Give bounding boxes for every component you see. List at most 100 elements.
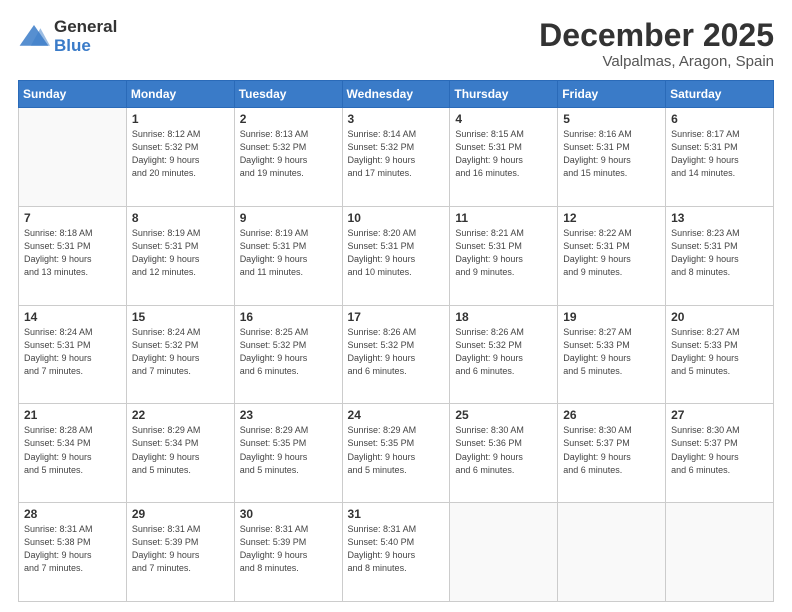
calendar-cell: 8 Sunrise: 8:19 AMSunset: 5:31 PMDaylight…: [126, 206, 234, 305]
logo-blue-text: Blue: [54, 37, 117, 56]
day-info: Sunrise: 8:31 AMSunset: 5:38 PMDaylight:…: [24, 523, 121, 575]
day-number: 4: [455, 112, 552, 126]
calendar-cell: 1 Sunrise: 8:12 AMSunset: 5:32 PMDaylight…: [126, 108, 234, 207]
calendar-cell: 4 Sunrise: 8:15 AMSunset: 5:31 PMDaylight…: [450, 108, 558, 207]
day-info: Sunrise: 8:31 AMSunset: 5:39 PMDaylight:…: [132, 523, 229, 575]
day-number: 1: [132, 112, 229, 126]
title-month: December 2025: [539, 18, 774, 53]
day-number: 20: [671, 310, 768, 324]
day-number: 10: [348, 211, 445, 225]
day-number: 17: [348, 310, 445, 324]
title-location: Valpalmas, Aragon, Spain: [539, 53, 774, 70]
calendar-cell: 29 Sunrise: 8:31 AMSunset: 5:39 PMDayligh…: [126, 503, 234, 602]
day-number: 21: [24, 408, 121, 422]
day-info: Sunrise: 8:20 AMSunset: 5:31 PMDaylight:…: [348, 227, 445, 279]
calendar-table: SundayMondayTuesdayWednesdayThursdayFrid…: [18, 80, 774, 602]
calendar-cell: 5Sunrise: 8:16 AMSunset: 5:31 PMDaylight…: [558, 108, 666, 207]
calendar-cell: 17 Sunrise: 8:26 AMSunset: 5:32 PMDayligh…: [342, 305, 450, 404]
calendar-cell: 22Sunrise: 8:29 AMSunset: 5:34 PMDayligh…: [126, 404, 234, 503]
day-number: 12: [563, 211, 660, 225]
calendar-week-row: 21 Sunrise: 8:28 AMSunset: 5:34 PMDayligh…: [19, 404, 774, 503]
calendar-cell: 19Sunrise: 8:27 AMSunset: 5:33 PMDayligh…: [558, 305, 666, 404]
day-info: Sunrise: 8:24 AMSunset: 5:32 PMDaylight:…: [132, 326, 229, 378]
day-number: 2: [240, 112, 337, 126]
day-number: 31: [348, 507, 445, 521]
day-info: Sunrise: 8:30 AMSunset: 5:37 PMDaylight:…: [671, 424, 768, 476]
day-info: Sunrise: 8:17 AMSunset: 5:31 PMDaylight:…: [671, 128, 768, 180]
day-number: 15: [132, 310, 229, 324]
day-info: Sunrise: 8:25 AMSunset: 5:32 PMDaylight:…: [240, 326, 337, 378]
calendar-cell: 24Sunrise: 8:29 AMSunset: 5:35 PMDayligh…: [342, 404, 450, 503]
day-info: Sunrise: 8:18 AMSunset: 5:31 PMDaylight:…: [24, 227, 121, 279]
day-info: Sunrise: 8:28 AMSunset: 5:34 PMDaylight:…: [24, 424, 121, 476]
calendar-cell: 10 Sunrise: 8:20 AMSunset: 5:31 PMDayligh…: [342, 206, 450, 305]
day-info: Sunrise: 8:23 AMSunset: 5:31 PMDaylight:…: [671, 227, 768, 279]
day-info: Sunrise: 8:15 AMSunset: 5:31 PMDaylight:…: [455, 128, 552, 180]
day-number: 3: [348, 112, 445, 126]
day-number: 27: [671, 408, 768, 422]
day-info: Sunrise: 8:21 AMSunset: 5:31 PMDaylight:…: [455, 227, 552, 279]
logo-icon: [18, 23, 50, 51]
day-number: 19: [563, 310, 660, 324]
weekday-header-wednesday: Wednesday: [342, 81, 450, 108]
day-number: 14: [24, 310, 121, 324]
weekday-header-saturday: Saturday: [666, 81, 774, 108]
calendar-cell: 16 Sunrise: 8:25 AMSunset: 5:32 PMDayligh…: [234, 305, 342, 404]
day-info: Sunrise: 8:27 AMSunset: 5:33 PMDaylight:…: [671, 326, 768, 378]
day-number: 25: [455, 408, 552, 422]
day-number: 30: [240, 507, 337, 521]
weekday-header-friday: Friday: [558, 81, 666, 108]
day-number: 6: [671, 112, 768, 126]
calendar-cell: 30 Sunrise: 8:31 AMSunset: 5:39 PMDayligh…: [234, 503, 342, 602]
weekday-header-sunday: Sunday: [19, 81, 127, 108]
calendar-cell: 21 Sunrise: 8:28 AMSunset: 5:34 PMDayligh…: [19, 404, 127, 503]
day-number: 29: [132, 507, 229, 521]
day-number: 9: [240, 211, 337, 225]
day-info: Sunrise: 8:31 AMSunset: 5:39 PMDaylight:…: [240, 523, 337, 575]
calendar-cell: 13 Sunrise: 8:23 AMSunset: 5:31 PMDayligh…: [666, 206, 774, 305]
calendar-cell: 9 Sunrise: 8:19 AMSunset: 5:31 PMDaylight…: [234, 206, 342, 305]
day-info: Sunrise: 8:30 AMSunset: 5:37 PMDaylight:…: [563, 424, 660, 476]
day-info: Sunrise: 8:29 AMSunset: 5:35 PMDaylight:…: [240, 424, 337, 476]
calendar-cell: 3 Sunrise: 8:14 AMSunset: 5:32 PMDaylight…: [342, 108, 450, 207]
day-info: Sunrise: 8:14 AMSunset: 5:32 PMDaylight:…: [348, 128, 445, 180]
calendar-cell: 27 Sunrise: 8:30 AMSunset: 5:37 PMDayligh…: [666, 404, 774, 503]
calendar-cell: 15 Sunrise: 8:24 AMSunset: 5:32 PMDayligh…: [126, 305, 234, 404]
day-info: Sunrise: 8:31 AMSunset: 5:40 PMDaylight:…: [348, 523, 445, 575]
day-number: 16: [240, 310, 337, 324]
calendar-week-row: 14Sunrise: 8:24 AMSunset: 5:31 PMDayligh…: [19, 305, 774, 404]
day-info: Sunrise: 8:30 AMSunset: 5:36 PMDaylight:…: [455, 424, 552, 476]
day-number: 18: [455, 310, 552, 324]
day-info: Sunrise: 8:22 AMSunset: 5:31 PMDaylight:…: [563, 227, 660, 279]
day-number: 23: [240, 408, 337, 422]
day-info: Sunrise: 8:26 AMSunset: 5:32 PMDaylight:…: [455, 326, 552, 378]
weekday-header-monday: Monday: [126, 81, 234, 108]
calendar-cell: 28 Sunrise: 8:31 AMSunset: 5:38 PMDayligh…: [19, 503, 127, 602]
calendar-cell: 12 Sunrise: 8:22 AMSunset: 5:31 PMDayligh…: [558, 206, 666, 305]
day-info: Sunrise: 8:12 AMSunset: 5:32 PMDaylight:…: [132, 128, 229, 180]
day-info: Sunrise: 8:29 AMSunset: 5:34 PMDaylight:…: [132, 424, 229, 476]
logo-text: General Blue: [54, 18, 117, 55]
day-number: 11: [455, 211, 552, 225]
day-number: 8: [132, 211, 229, 225]
calendar-cell: 11 Sunrise: 8:21 AMSunset: 5:31 PMDayligh…: [450, 206, 558, 305]
calendar-cell: 2Sunrise: 8:13 AMSunset: 5:32 PMDaylight…: [234, 108, 342, 207]
calendar-cell: 14Sunrise: 8:24 AMSunset: 5:31 PMDayligh…: [19, 305, 127, 404]
calendar-cell: 6 Sunrise: 8:17 AMSunset: 5:31 PMDaylight…: [666, 108, 774, 207]
day-info: Sunrise: 8:26 AMSunset: 5:32 PMDaylight:…: [348, 326, 445, 378]
day-number: 26: [563, 408, 660, 422]
logo: General Blue: [18, 18, 117, 55]
calendar-week-row: 28 Sunrise: 8:31 AMSunset: 5:38 PMDayligh…: [19, 503, 774, 602]
logo-general-text: General: [54, 18, 117, 37]
calendar-cell: 23 Sunrise: 8:29 AMSunset: 5:35 PMDayligh…: [234, 404, 342, 503]
day-number: 13: [671, 211, 768, 225]
day-info: Sunrise: 8:16 AMSunset: 5:31 PMDaylight:…: [563, 128, 660, 180]
day-info: Sunrise: 8:19 AMSunset: 5:31 PMDaylight:…: [132, 227, 229, 279]
calendar-cell: [19, 108, 127, 207]
calendar-cell: [558, 503, 666, 602]
calendar-week-row: 1 Sunrise: 8:12 AMSunset: 5:32 PMDaylight…: [19, 108, 774, 207]
header: General Blue December 2025 Valpalmas, Ar…: [18, 18, 774, 70]
calendar-cell: 20 Sunrise: 8:27 AMSunset: 5:33 PMDayligh…: [666, 305, 774, 404]
day-info: Sunrise: 8:19 AMSunset: 5:31 PMDaylight:…: [240, 227, 337, 279]
day-number: 28: [24, 507, 121, 521]
